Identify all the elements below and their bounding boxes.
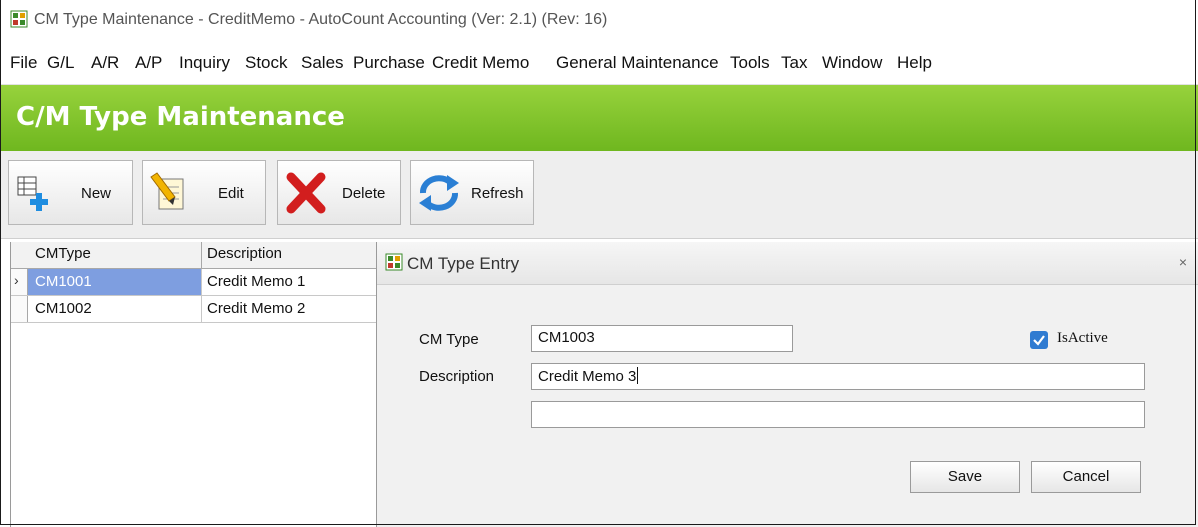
window-frame (0, 0, 1196, 525)
